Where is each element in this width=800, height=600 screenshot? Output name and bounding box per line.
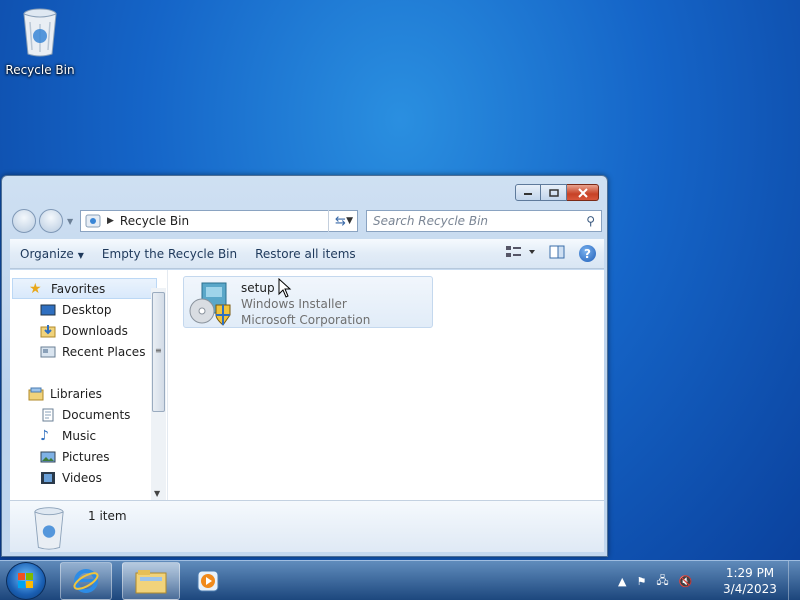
details-pane: 1 item	[10, 500, 604, 552]
history-dropdown-icon[interactable]: ▼	[67, 217, 73, 226]
documents-icon	[42, 408, 54, 421]
file-name: setup	[241, 281, 275, 295]
nav-item-music[interactable]: ♪ Music	[10, 425, 167, 446]
volume-muted-icon[interactable]: 🔇	[679, 575, 693, 588]
taskbar-media-player[interactable]	[186, 562, 230, 600]
action-center-flag-icon[interactable]: ⚑	[636, 575, 646, 588]
file-type: Windows Installer	[241, 297, 347, 311]
breadcrumb-arrow-icon[interactable]: ▶	[107, 216, 114, 226]
nav-spacer	[10, 362, 167, 383]
windows-logo-icon	[18, 573, 33, 588]
minimize-icon	[524, 192, 532, 195]
network-icon[interactable]: 🖧	[656, 572, 668, 591]
recent-places-icon	[40, 346, 56, 357]
nav-label: Libraries	[50, 386, 102, 401]
navigation-row: ▼ ▶ Recycle Bin ▼ ⇆ Search Recycle Bin ⚲	[10, 208, 602, 234]
start-button[interactable]	[6, 562, 46, 600]
nav-item-favorites[interactable]: ★ Favorites	[12, 278, 157, 299]
nav-label: Favorites	[51, 281, 106, 296]
media-player-icon	[197, 570, 219, 592]
refresh-icon: ⇆	[335, 213, 346, 229]
close-button[interactable]	[567, 184, 599, 201]
refresh-button[interactable]: ⇆	[328, 210, 352, 232]
pictures-icon	[40, 451, 56, 462]
item-count: 1 item	[88, 509, 127, 523]
nav-item-recent-places[interactable]: Recent Places	[10, 341, 167, 362]
file-company: Microsoft Corporation	[241, 313, 371, 327]
taskbar: ▲ ⚑ 🖧 🔇 1:29 PM 3/4/2023	[0, 560, 800, 600]
nav-label: Music	[62, 428, 97, 443]
command-bar: Organize ▼ Empty the Recycle Bin Restore …	[10, 239, 604, 269]
caption-buttons	[515, 184, 599, 201]
libraries-icon	[28, 387, 44, 400]
organize-button[interactable]: Organize ▼	[10, 247, 92, 261]
help-button[interactable]: ?	[579, 245, 596, 262]
nav-scrollbar[interactable]: ≡ ▼	[151, 288, 166, 500]
mouse-cursor-icon	[278, 278, 292, 298]
desktop-icon	[40, 304, 56, 315]
preview-pane-button[interactable]	[549, 245, 565, 262]
taskbar-internet-explorer[interactable]	[60, 562, 112, 600]
back-button[interactable]	[12, 209, 36, 233]
clock-date: 3/4/2023	[723, 582, 777, 596]
show-hidden-icons-button[interactable]: ▲	[618, 575, 626, 588]
folder-icon	[135, 570, 167, 594]
view-options-icon	[506, 246, 535, 257]
close-icon	[577, 187, 588, 198]
navigation-pane: ★ Favorites Desktop Downloads Recent Pla…	[10, 270, 168, 500]
nav-item-libraries[interactable]: Libraries	[10, 383, 167, 404]
content-area: ★ Favorites Desktop Downloads Recent Pla…	[10, 270, 604, 500]
system-tray: ▲ ⚑ 🖧 🔇	[618, 561, 692, 600]
scroll-grip-icon: ≡	[155, 346, 162, 355]
nav-item-documents[interactable]: Documents	[10, 404, 167, 425]
recycle-bin-icon	[34, 507, 64, 550]
organize-label: Organize	[20, 246, 74, 261]
explorer-window[interactable]: ▼ ▶ Recycle Bin ▼ ⇆ Search Recycle Bin ⚲…	[1, 175, 608, 557]
music-icon: ♪	[40, 427, 49, 444]
chevron-down-icon: ▼	[77, 250, 84, 260]
desktop-icon-recycle-bin[interactable]: Recycle Bin	[4, 6, 76, 77]
nav-label: Pictures	[62, 449, 110, 464]
clock[interactable]: 1:29 PM 3/4/2023	[718, 565, 782, 597]
nav-label: Desktop	[62, 302, 112, 317]
minimize-button[interactable]	[515, 184, 541, 201]
scroll-down-icon[interactable]: ▼	[154, 489, 160, 498]
installer-icon	[189, 282, 231, 326]
help-icon: ?	[584, 246, 591, 261]
nav-label: Downloads	[62, 323, 128, 338]
videos-icon	[41, 471, 55, 484]
star-icon: ★	[29, 280, 42, 297]
nav-label: Videos	[62, 470, 102, 485]
nav-item-pictures[interactable]: Pictures	[10, 446, 167, 467]
restore-all-items-button[interactable]: Restore all items	[245, 247, 364, 261]
clock-time: 1:29 PM	[725, 566, 775, 580]
nav-label: Recent Places	[62, 344, 146, 359]
show-desktop-button[interactable]	[788, 561, 800, 600]
maximize-icon	[548, 188, 559, 197]
address-location[interactable]: Recycle Bin	[120, 214, 189, 228]
recycle-bin-icon	[23, 8, 57, 57]
empty-recycle-bin-button[interactable]: Empty the Recycle Bin	[92, 247, 245, 261]
forward-button[interactable]	[39, 209, 63, 233]
nav-label: Documents	[62, 407, 131, 422]
recycle-bin-small-icon	[85, 214, 101, 228]
maximize-button[interactable]	[541, 184, 567, 201]
search-input[interactable]: Search Recycle Bin ⚲	[366, 210, 602, 232]
nav-item-desktop[interactable]: Desktop	[10, 299, 167, 320]
nav-item-videos[interactable]: Videos	[10, 467, 167, 488]
file-item-setup[interactable]: setup Windows Installer Microsoft Corpor…	[183, 276, 433, 328]
internet-explorer-icon	[73, 569, 99, 593]
change-view-button[interactable]	[505, 245, 535, 262]
preview-pane-icon	[549, 245, 565, 259]
desktop-icon-label: Recycle Bin	[5, 63, 75, 77]
taskbar-windows-explorer[interactable]	[122, 562, 180, 600]
search-placeholder: Search Recycle Bin	[373, 214, 489, 228]
address-bar[interactable]: ▶ Recycle Bin ▼	[80, 210, 358, 232]
search-icon[interactable]: ⚲	[586, 214, 595, 228]
nav-item-downloads[interactable]: Downloads	[10, 320, 167, 341]
downloads-folder-icon	[40, 324, 56, 337]
